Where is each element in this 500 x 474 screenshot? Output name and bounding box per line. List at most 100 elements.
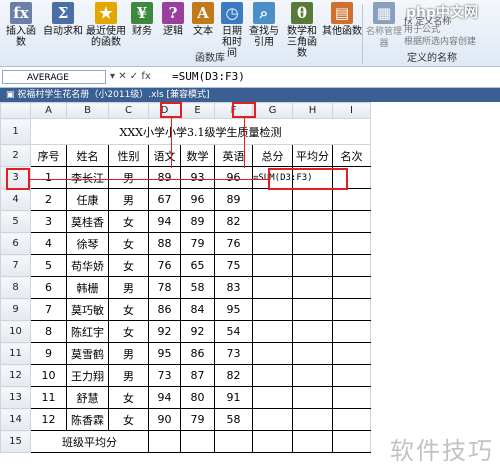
data-cell[interactable]: 86 bbox=[180, 342, 215, 365]
data-cell[interactable] bbox=[332, 232, 371, 255]
data-cell[interactable] bbox=[252, 408, 293, 431]
data-cell[interactable]: 96 bbox=[180, 188, 215, 211]
data-cell[interactable]: 76 bbox=[214, 232, 253, 255]
logic-button[interactable]: ? 逻辑 bbox=[158, 2, 188, 37]
data-cell[interactable]: 76 bbox=[148, 254, 181, 277]
data-cell[interactable]: 79 bbox=[180, 232, 215, 255]
data-cell[interactable]: 莫桂香 bbox=[66, 210, 109, 233]
data-cell[interactable]: 徐琴 bbox=[66, 232, 109, 255]
data-cell[interactable]: 82 bbox=[214, 210, 253, 233]
column-header-h[interactable]: H bbox=[292, 102, 333, 119]
data-cell[interactable]: 54 bbox=[214, 320, 253, 343]
select-all-corner[interactable] bbox=[0, 102, 31, 119]
data-cell[interactable]: 男 bbox=[108, 188, 149, 211]
data-cell[interactable] bbox=[332, 386, 371, 409]
data-cell[interactable] bbox=[214, 430, 253, 453]
data-cell[interactable]: 95 bbox=[214, 298, 253, 321]
data-cell[interactable]: 65 bbox=[180, 254, 215, 277]
data-cell[interactable]: 陈红宇 bbox=[66, 320, 109, 343]
data-cell[interactable]: 96 bbox=[214, 166, 253, 189]
data-cell[interactable]: 女 bbox=[108, 386, 149, 409]
data-cell[interactable]: 6 bbox=[30, 276, 67, 299]
data-cell[interactable] bbox=[332, 188, 371, 211]
data-cell[interactable] bbox=[252, 188, 293, 211]
column-label-cell[interactable]: 语文 bbox=[148, 144, 181, 167]
data-cell[interactable]: 89 bbox=[214, 188, 253, 211]
data-cell[interactable]: 73 bbox=[148, 364, 181, 387]
data-cell[interactable]: 92 bbox=[180, 320, 215, 343]
data-cell[interactable]: 12 bbox=[30, 408, 67, 431]
data-cell[interactable] bbox=[292, 364, 333, 387]
data-cell[interactable]: 82 bbox=[214, 364, 253, 387]
column-header-e[interactable]: E bbox=[180, 102, 215, 119]
data-cell[interactable] bbox=[292, 342, 333, 365]
data-cell[interactable] bbox=[252, 386, 293, 409]
lookup-button[interactable]: ⌕ 查找与引用 bbox=[246, 2, 282, 48]
data-cell[interactable]: 男 bbox=[108, 276, 149, 299]
row-header-2[interactable]: 2 bbox=[0, 144, 31, 167]
data-cell[interactable] bbox=[292, 430, 333, 453]
spreadsheet-grid[interactable]: A B C D E F G H I 1 XXX小学小学3.1级学生质量检测 2 序号 姓名 性别 语文 数学 英语… bbox=[0, 102, 500, 474]
formula-input[interactable]: =SUM(D3:F3) bbox=[172, 70, 496, 84]
data-cell[interactable] bbox=[292, 298, 333, 321]
row-header-9[interactable]: 9 bbox=[0, 298, 31, 321]
data-cell[interactable]: 女 bbox=[108, 254, 149, 277]
data-cell[interactable]: 苟华娇 bbox=[66, 254, 109, 277]
data-cell[interactable]: 86 bbox=[148, 298, 181, 321]
more-button[interactable]: ▤ 其他函数 bbox=[322, 2, 362, 37]
data-cell[interactable]: 女 bbox=[108, 320, 149, 343]
data-cell[interactable]: 84 bbox=[180, 298, 215, 321]
data-cell[interactable]: 1 bbox=[30, 166, 67, 189]
data-cell[interactable] bbox=[292, 232, 333, 255]
data-cell[interactable]: 8 bbox=[30, 320, 67, 343]
data-cell[interactable]: 男 bbox=[108, 364, 149, 387]
data-cell[interactable]: 女 bbox=[108, 408, 149, 431]
data-cell[interactable]: 女 bbox=[108, 210, 149, 233]
data-cell[interactable]: 58 bbox=[180, 276, 215, 299]
data-cell[interactable]: 陈香霖 bbox=[66, 408, 109, 431]
column-label-cell[interactable]: 平均分 bbox=[292, 144, 333, 167]
data-cell[interactable] bbox=[332, 254, 371, 277]
data-cell[interactable] bbox=[252, 254, 293, 277]
sum-button[interactable]: Σ 自动求和 bbox=[42, 2, 84, 37]
row-header-6[interactable]: 6 bbox=[0, 232, 31, 255]
data-cell[interactable]: 10 bbox=[30, 364, 67, 387]
column-header-i[interactable]: I bbox=[332, 102, 371, 119]
data-cell[interactable] bbox=[332, 364, 371, 387]
data-cell[interactable]: 91 bbox=[214, 386, 253, 409]
row-header-1[interactable]: 1 bbox=[0, 118, 31, 145]
column-header-b[interactable]: B bbox=[66, 102, 109, 119]
sheet-table[interactable]: A B C D E F G H I 1 XXX小学小学3.1级学生质量检测 2 序号 姓名 性别 语文 数学 英语… bbox=[0, 102, 371, 453]
data-cell[interactable]: 89 bbox=[148, 166, 181, 189]
row-header-12[interactable]: 12 bbox=[0, 364, 31, 387]
data-cell[interactable]: 75 bbox=[214, 254, 253, 277]
formula-bar-controls[interactable]: ▾ ✕ ✓ fx bbox=[110, 70, 170, 84]
data-cell[interactable]: 王力翔 bbox=[66, 364, 109, 387]
column-label-cell[interactable]: 总分 bbox=[252, 144, 293, 167]
data-cell[interactable] bbox=[332, 210, 371, 233]
math-button[interactable]: θ 数学和三角函数 bbox=[284, 2, 320, 59]
data-cell[interactable] bbox=[332, 320, 371, 343]
data-cell[interactable]: 90 bbox=[148, 408, 181, 431]
column-label-cell[interactable]: 英语 bbox=[214, 144, 253, 167]
column-header-a[interactable]: A bbox=[30, 102, 67, 119]
data-cell[interactable]: 男 bbox=[108, 166, 149, 189]
data-cell[interactable]: 9 bbox=[30, 342, 67, 365]
class-average-label[interactable]: 班级平均分 bbox=[30, 430, 149, 453]
data-cell[interactable]: 11 bbox=[30, 386, 67, 409]
name-manager-button[interactable]: ▦ 名称管理器 bbox=[366, 2, 402, 50]
data-cell[interactable]: 89 bbox=[180, 210, 215, 233]
clock-button[interactable]: ◷ 日期和时间 bbox=[218, 2, 246, 59]
data-cell[interactable] bbox=[332, 276, 371, 299]
data-cell[interactable] bbox=[292, 210, 333, 233]
data-cell[interactable]: 3 bbox=[30, 210, 67, 233]
data-cell[interactable]: 5 bbox=[30, 254, 67, 277]
column-label-cell[interactable]: 性别 bbox=[108, 144, 149, 167]
data-cell[interactable] bbox=[332, 342, 371, 365]
column-label-cell[interactable]: 姓名 bbox=[66, 144, 109, 167]
data-cell[interactable]: 舒慧 bbox=[66, 386, 109, 409]
sheet-title-cell[interactable]: XXX小学小学3.1级学生质量检测 bbox=[30, 118, 371, 145]
data-cell[interactable] bbox=[292, 408, 333, 431]
data-cell[interactable]: 7 bbox=[30, 298, 67, 321]
text-button[interactable]: A 文本 bbox=[190, 2, 216, 37]
